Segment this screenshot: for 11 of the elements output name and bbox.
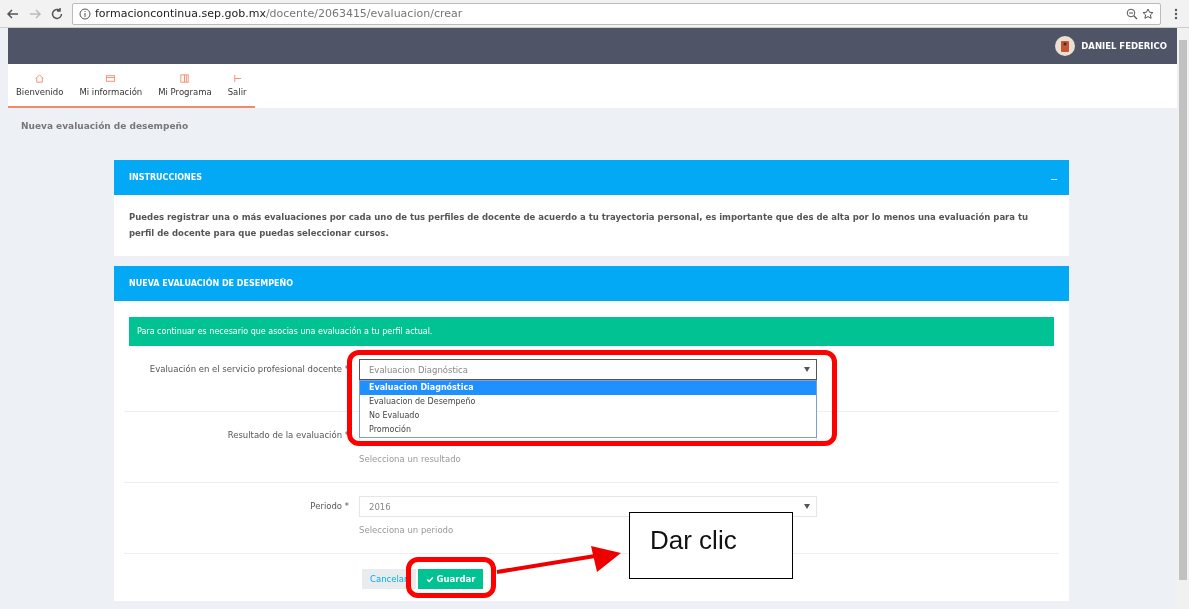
callout-box: Dar clic <box>629 512 793 579</box>
panel-title: NUEVA EVALUACIÓN DE DESEMPEÑO <box>129 279 293 288</box>
page-title: Nueva evaluación de desempeño <box>20 120 190 133</box>
help-text: Selecciona un resultado <box>359 454 462 464</box>
url-path: /docente/2063415/evaluacion/crear <box>265 7 463 20</box>
help-text: Selecciona un periodo <box>359 525 455 535</box>
field-label: Periodo * <box>309 500 350 513</box>
instructions-text: Puedes registrar una o más evaluaciones por cada uno de tus perfiles de docente de acuerdo a tu trayectoria personal, es importante que des de alta por lo menos una evaluación para tu perfil de docente para que puedas seleccionar cursos. <box>129 211 1030 240</box>
panel-title: INSTRUCCIONES <box>129 173 202 182</box>
url-host: formacioncontinua.sep.gob.mx <box>95 7 266 20</box>
alert-message: Para continuar es necesario que asocias una evaluación a tu perfil actual. <box>129 317 1054 346</box>
